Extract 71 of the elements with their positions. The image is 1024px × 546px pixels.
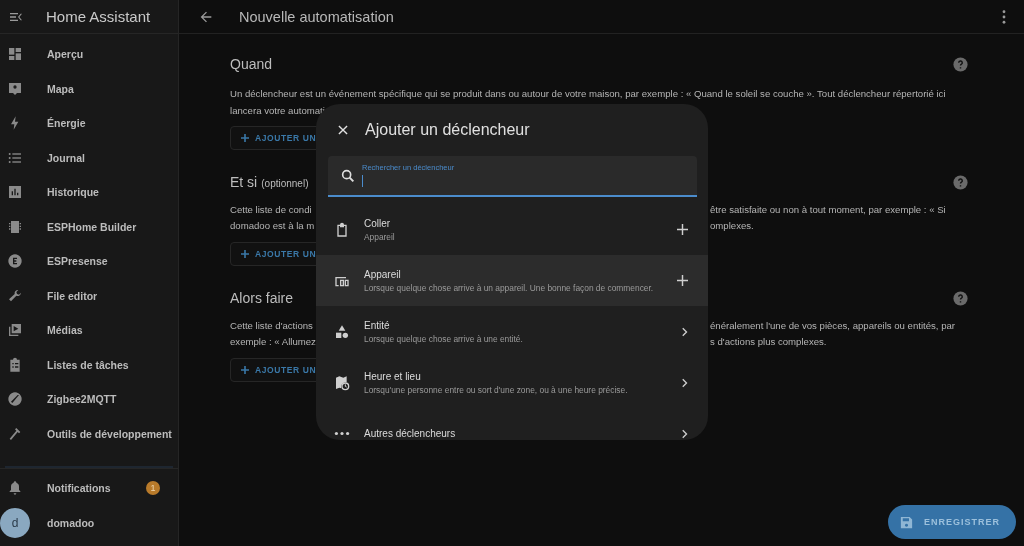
option-description: Lorsque quelque chose arrive à un appareil. Une bonne façon de commencer. [364, 282, 655, 293]
description-text: Un déclencheur est un événement spécifique qui se produit dans ou autour de votre maison, par exemple : « Quand le soleil se couche ». Tout déclencheur répertorié ici [230, 87, 946, 101]
chevron-right-icon [682, 326, 688, 337]
description-text: Cette liste de condi [230, 203, 313, 217]
sidebar-item[interactable]: Outils de développement [0, 416, 178, 451]
hammer-icon [7, 425, 23, 442]
description-text: énéralement l'une de vos pièces, appareils ou entités, par [709, 319, 957, 333]
search-icon [340, 167, 356, 184]
sidebar-item[interactable]: Énergie [0, 106, 178, 141]
bell-icon [7, 480, 23, 497]
plus-icon [241, 250, 249, 258]
sidebar-item[interactable]: ESPHome Builder [0, 209, 178, 244]
more-menu-icon[interactable] [1002, 9, 1006, 24]
trigger-option[interactable]: Autres déclencheurs [316, 408, 708, 440]
clipboard-list-icon [7, 356, 23, 373]
play-icon [7, 322, 23, 339]
bar-chart-icon [7, 184, 23, 201]
page-title: Nouvelle automatisation [239, 8, 394, 25]
dialog-title: Ajouter un déclencheur [365, 121, 530, 139]
chip-icon [7, 218, 23, 235]
option-title: Heure et lieu [364, 370, 422, 382]
description-text: omplexes. [709, 219, 755, 233]
sidebar-item[interactable]: File editor [0, 278, 178, 313]
shapes-icon [334, 323, 350, 340]
description-text: lancera votre automati [230, 104, 325, 118]
clipboard-icon [334, 221, 350, 238]
description-text: Cette liste d'actions [230, 319, 314, 333]
section-title: Quand [230, 56, 273, 72]
option-description: Lorsqu'une personne entre ou sort d'une zone, ou à une heure précise. [364, 384, 629, 395]
notifications-item[interactable]: Notifications 1 [0, 471, 178, 506]
help-icon[interactable] [952, 289, 969, 307]
description-text: être satisfaite ou non à tout moment, par exemple : « Si [709, 203, 947, 217]
sidebar-item[interactable]: Mapa [0, 71, 178, 106]
user-item[interactable]: d domadoo [0, 505, 178, 540]
chevron-right-icon [682, 377, 688, 388]
chevron-right-icon [682, 428, 688, 439]
plus-icon [677, 224, 688, 235]
section-title: Alors faire [230, 290, 294, 306]
dashboard-icon [7, 46, 23, 63]
sidebar-item[interactable]: Historique [0, 175, 178, 210]
person-pin-icon [7, 80, 23, 97]
sidebar-item[interactable]: ESPresense [0, 244, 178, 279]
sidebar-item[interactable]: Listes de tâches [0, 347, 178, 382]
option-title: Autres déclencheurs [364, 428, 457, 439]
help-icon[interactable] [952, 173, 969, 191]
dots-icon [334, 431, 350, 436]
trigger-option[interactable]: Appareil Lorsque quelque chose arrive à un appareil. Une bonne façon de commencer. [316, 255, 708, 306]
description-text: exemple : « Allumez [230, 335, 316, 349]
description-text: s d'actions plus complexes. [709, 335, 828, 349]
app-title: Home Assistant [46, 8, 151, 25]
option-title: Coller [364, 217, 392, 229]
plus-icon [241, 366, 249, 374]
option-description: Appareil [364, 231, 396, 242]
sidebar-item[interactable]: Journal [0, 140, 178, 175]
option-title: Appareil [364, 268, 402, 280]
notification-count: 1 [146, 481, 160, 496]
plus-icon [241, 134, 249, 142]
user-avatar: d [0, 507, 30, 538]
section-title: Et si (optionnel) [230, 174, 309, 190]
trigger-option[interactable]: Entité Lorsque quelque chose arrive à une entité. [316, 306, 708, 357]
option-title: Entité [364, 319, 391, 331]
description-text: domadoo est à la m [230, 219, 316, 233]
wrench-icon [7, 287, 23, 304]
sidebar-item[interactable]: Médias [0, 313, 178, 348]
help-icon[interactable] [952, 55, 969, 73]
option-description: Lorsque quelque chose arrive à une entité. [364, 333, 524, 344]
map-clock-icon [334, 374, 350, 391]
sidebar-item[interactable]: Zigbee2MQTT [0, 382, 178, 417]
plus-icon [677, 275, 688, 286]
close-icon[interactable] [336, 123, 350, 137]
sidebar-item[interactable]: Aperçu [0, 37, 178, 72]
